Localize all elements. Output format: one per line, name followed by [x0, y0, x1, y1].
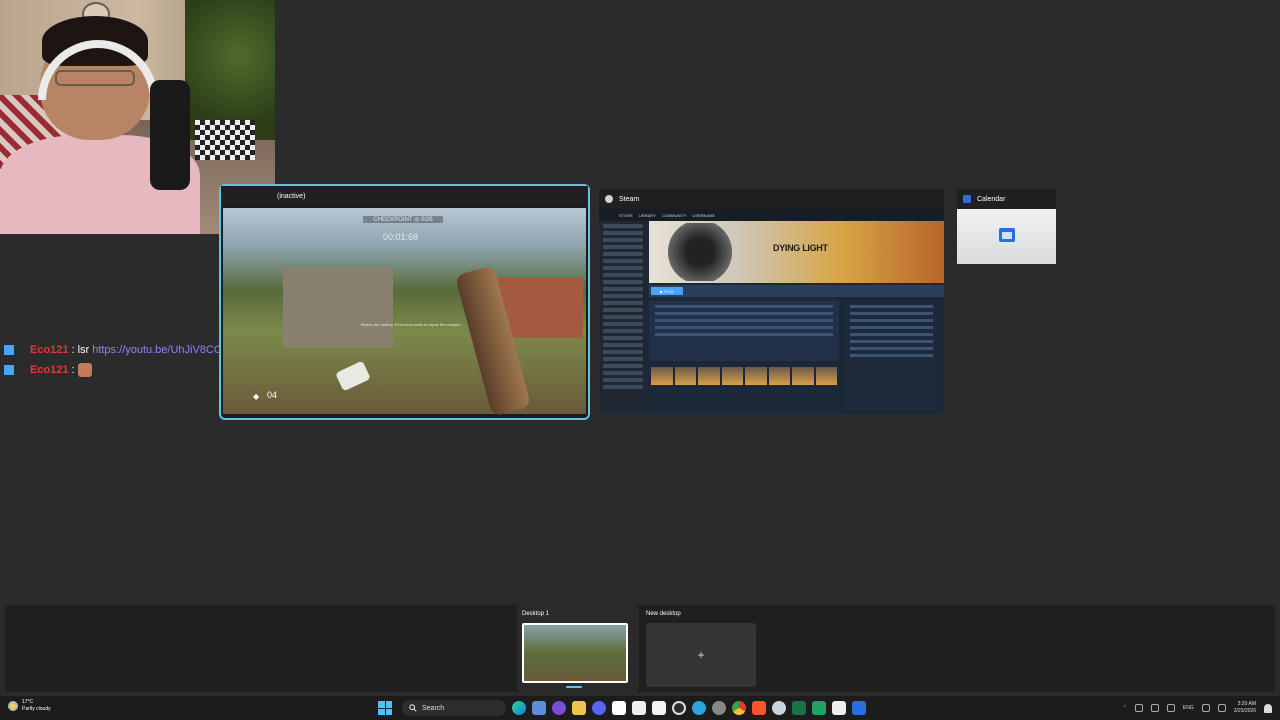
steam-screenshots-row	[649, 365, 839, 387]
steam-hero-figure	[665, 223, 735, 281]
speaker-icon[interactable]	[1134, 704, 1143, 712]
game-building	[283, 268, 393, 348]
new-desktop[interactable]: New desktop +	[646, 605, 756, 687]
spreadsheet-icon[interactable]	[812, 701, 826, 715]
taskbar: 17°C Partly cloudy Search ⌃ ENG 3:20 AM …	[0, 696, 1280, 720]
clock-date: 3/25/2026	[1233, 708, 1256, 714]
taskbar-clock[interactable]: 3:20 AM 3/25/2026	[1234, 701, 1256, 715]
calendar-app-icon	[963, 195, 971, 203]
chat-badge-icon	[4, 365, 14, 375]
webcam-checker-pillow	[195, 120, 255, 160]
language-indicator[interactable]: ENG	[1183, 705, 1194, 711]
chat-username: Eco121	[30, 364, 69, 376]
steam-nav-store: STORE	[619, 212, 633, 218]
steam-nav: STORE LIBRARY COMMUNITY USERNAME	[599, 209, 944, 221]
search-placeholder: Search	[422, 704, 445, 712]
notification-bell-icon[interactable]	[1264, 703, 1272, 713]
webcam-microphone	[150, 80, 190, 190]
steam-nav-library: LIBRARY	[638, 212, 656, 218]
battery-icon[interactable]	[1150, 704, 1159, 712]
calendar-content	[957, 209, 1056, 264]
steam-nav-username: USERNAME	[692, 212, 716, 218]
game-screenshot: CHECKPOINT ◎ 0/26 00:01:68 Reach the roo…	[223, 208, 586, 417]
calendar-icon	[999, 228, 1015, 242]
steam-play-button: ▶ PLAY	[651, 287, 683, 295]
settings-gear-icon[interactable]	[712, 701, 726, 715]
window-title: Steam	[619, 195, 640, 203]
clock-time: 3:20 AM	[1237, 701, 1256, 707]
chat-badge-icon	[4, 345, 14, 355]
epic-games-icon[interactable]	[652, 701, 666, 715]
window-title-bar: Calendar	[957, 189, 1056, 209]
game-hud-objective: Reach the rooftop. Find more parts to re…	[361, 322, 462, 327]
weather-temp: 17°C	[22, 699, 34, 705]
chat-username: Eco121	[30, 344, 69, 356]
task-view-window-game[interactable]: (inactive) CHECKPOINT ◎ 0/26 00:01:68 Re…	[219, 184, 590, 420]
webcam-plant	[185, 0, 275, 140]
steam-icon	[605, 195, 613, 203]
taskbar-apps: Search	[378, 698, 866, 718]
window-title: (inactive)	[277, 192, 306, 200]
steam-nav-community: COMMUNITY	[661, 212, 687, 218]
xbox-icon[interactable]	[672, 701, 686, 715]
game-hud-checkpoint: CHECKPOINT ◎ 0/26	[363, 216, 443, 223]
volume-icon[interactable]	[1217, 704, 1226, 712]
microphone-icon[interactable]	[1166, 704, 1175, 712]
window-title: Calendar	[977, 195, 1006, 203]
window-title-bar: Steam	[599, 189, 944, 209]
telegram-icon[interactable]	[692, 701, 706, 715]
task-view-icon[interactable]	[532, 701, 546, 715]
active-desktop-indicator	[566, 686, 582, 688]
plus-icon: +	[697, 648, 705, 662]
media-player-icon[interactable]	[552, 701, 566, 715]
game-hud-timer: 00:01:68	[383, 232, 419, 242]
file-explorer-icon[interactable]	[572, 701, 586, 715]
dying-light-icon[interactable]	[832, 701, 846, 715]
capcut-icon[interactable]	[632, 701, 646, 715]
notes-icon[interactable]	[612, 701, 626, 715]
steam-content: STORE LIBRARY COMMUNITY USERNAME DYING L…	[599, 209, 944, 414]
steam-game-title: DYING LIGHT	[773, 243, 828, 253]
steam-friends-panel	[844, 301, 939, 411]
steam-activity-panel	[649, 301, 839, 361]
chat-separator: :	[71, 344, 75, 356]
steam-action-bar: ▶ PLAY	[649, 285, 944, 297]
add-desktop-button[interactable]: +	[646, 623, 756, 687]
search-icon	[409, 704, 417, 712]
chat-separator: :	[71, 364, 75, 376]
weather-condition: Partly cloudy	[22, 706, 51, 712]
desktop-label: Desktop 1	[522, 611, 550, 617]
chat-link[interactable]: https://youtu.be/UhJiV8CC-kA	[92, 344, 238, 356]
chevron-up-icon[interactable]: ⌃	[1123, 705, 1127, 711]
network-icon[interactable]	[1201, 704, 1210, 712]
game-hud-item-icon: ◆	[253, 392, 260, 401]
chat-emote-icon	[77, 363, 92, 377]
system-tray: ⌃ ENG 3:20 AM 3/25/2026	[1123, 698, 1272, 718]
calendar-taskbar-icon[interactable]	[852, 701, 866, 715]
window-title-bar: (inactive)	[221, 186, 588, 206]
virtual-desktops-strip: Desktop 1 New desktop +	[5, 605, 1275, 692]
brave-icon[interactable]	[752, 701, 766, 715]
chrome-icon[interactable]	[732, 701, 746, 715]
partly-cloudy-icon	[8, 701, 18, 711]
excel-icon[interactable]	[792, 701, 806, 715]
edge-icon[interactable]	[512, 701, 526, 715]
desktop-label: New desktop	[646, 611, 681, 617]
steam-library-sidebar	[599, 221, 647, 414]
chat-text: lsr	[77, 344, 90, 356]
game-hud-ammo: 04	[267, 390, 278, 400]
search-box[interactable]: Search	[402, 700, 506, 716]
game-car	[335, 360, 371, 392]
task-view-window-calendar[interactable]: Calendar	[957, 189, 1056, 264]
steam-icon[interactable]	[772, 701, 786, 715]
desktop-thumbnail	[522, 623, 628, 683]
discord-icon[interactable]	[592, 701, 606, 715]
desktop-1[interactable]: Desktop 1	[517, 605, 639, 692]
weather-widget[interactable]: 17°C Partly cloudy	[8, 699, 51, 713]
steam-game-hero: DYING LIGHT	[649, 221, 944, 283]
task-view-window-steam[interactable]: Steam STORE LIBRARY COMMUNITY USERNAME D…	[599, 189, 944, 414]
windows-start-icon[interactable]	[378, 701, 392, 715]
